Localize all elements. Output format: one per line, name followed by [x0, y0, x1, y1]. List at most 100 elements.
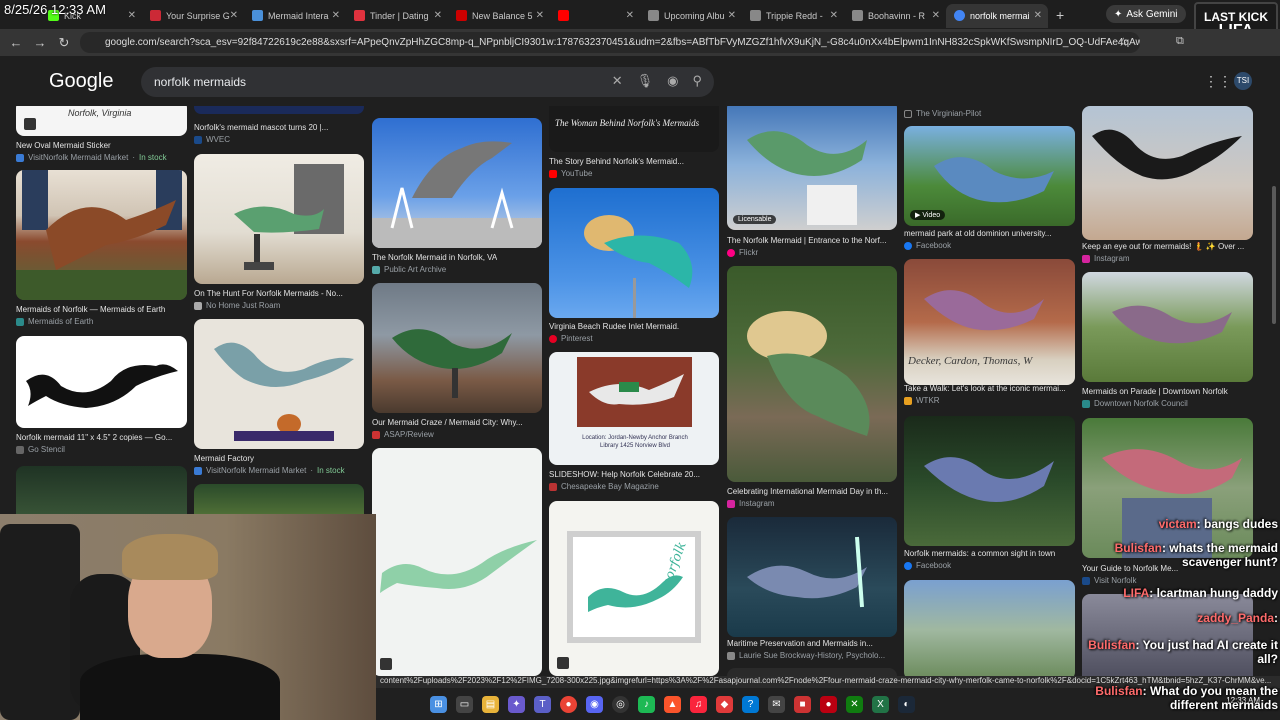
result-caption[interactable]: Mermaid Factory — [194, 454, 254, 463]
result-source[interactable]: Flickr — [727, 248, 758, 257]
result-image[interactable] — [194, 319, 364, 449]
result-image[interactable] — [549, 188, 719, 318]
browser-tab[interactable]: Upcoming Albu ✕ — [640, 4, 742, 28]
close-tab-icon[interactable]: ✕ — [128, 10, 136, 21]
close-tab-icon[interactable]: ✕ — [728, 10, 736, 21]
task-view-icon[interactable]: ▭ — [456, 695, 473, 713]
result-image[interactable]: The Woman Behind Norfolk's Mermaids — [549, 106, 719, 152]
result-image[interactable] — [16, 170, 187, 300]
result-source[interactable]: No Home Just Roam — [194, 301, 280, 310]
close-tab-icon[interactable]: ✕ — [230, 10, 238, 21]
file-explorer-icon[interactable]: ▤ — [482, 695, 499, 713]
result-caption[interactable]: SLIDESHOW: Help Norfolk Celebrate 20... — [549, 470, 700, 479]
spotify-icon[interactable]: ♪ — [638, 695, 655, 713]
browser-tab[interactable]: ✕ — [550, 4, 640, 28]
music-icon[interactable]: ♫ — [690, 695, 707, 713]
result-caption[interactable]: New Oval Mermaid Sticker — [16, 141, 111, 150]
result-source[interactable]: Chesapeake Bay Magazine — [549, 482, 659, 491]
close-tab-icon[interactable]: ✕ — [1034, 10, 1042, 21]
excel-icon[interactable]: X — [872, 695, 889, 713]
new-tab-button[interactable]: + — [1056, 7, 1064, 23]
teams-icon[interactable]: T — [534, 695, 551, 713]
result-image[interactable]: Decker, Cardon, Thomas, W — [904, 259, 1075, 385]
result-source[interactable]: VisitNorfolk Mermaid Market · In stock — [194, 466, 345, 475]
result-source[interactable]: Instagram — [1082, 254, 1130, 263]
microphone-icon[interactable]: 🎙 — [637, 73, 654, 89]
extensions-icon[interactable]: ⧉ — [1176, 35, 1184, 48]
result-caption[interactable]: The Norfolk Mermaid | Entrance to the No… — [727, 236, 886, 245]
browser-tab[interactable]: New Balance 5 ✕ — [448, 4, 550, 28]
result-source[interactable]: Go Stencil — [16, 445, 65, 454]
google-logo[interactable]: Google — [49, 70, 114, 93]
search-input[interactable]: norfolk mermaids ✕ 🎙 ◉ ⚲ — [141, 67, 714, 97]
close-tab-icon[interactable]: ✕ — [434, 10, 442, 21]
reload-icon[interactable]: ↻ — [52, 35, 76, 51]
result-source[interactable]: Visit Norfolk — [1082, 576, 1137, 585]
result-image[interactable] — [904, 416, 1075, 546]
result-caption[interactable]: Keep an eye out for mermaids! 🧜 ✨ Over .… — [1082, 242, 1244, 251]
browser-tab[interactable]: Mermaid Intera ✕ — [244, 4, 346, 28]
avatar[interactable]: TSI — [1234, 72, 1252, 90]
result-image[interactable]: Location: Jordan-Newby Anchor Branch Lib… — [549, 352, 719, 465]
result-source[interactable]: YouTube — [549, 169, 592, 178]
result-caption[interactable]: Virginia Beach Rudee Inlet Mermaid. — [549, 322, 679, 331]
xbox-icon[interactable]: ✕ — [846, 695, 863, 713]
result-caption[interactable]: Take a Walk: Let's look at the iconic me… — [904, 384, 1066, 393]
result-caption[interactable]: Celebrating International Mermaid Day in… — [727, 487, 888, 496]
result-caption[interactable]: The Norfolk Mermaid in Norfolk, VA — [372, 253, 497, 262]
help-icon[interactable]: ? — [742, 695, 759, 713]
browser-tab[interactable]: Trippie Redd - ✕ — [742, 4, 844, 28]
result-image[interactable] — [1082, 106, 1253, 240]
result-image[interactable] — [904, 580, 1075, 680]
result-caption[interactable]: Norfolk mermaids: a common sight in town — [904, 549, 1055, 558]
obs-icon[interactable]: ◎ — [612, 695, 629, 713]
browser-tab[interactable]: Tinder | Dating ✕ — [346, 4, 448, 28]
close-tab-icon[interactable]: ✕ — [830, 10, 838, 21]
result-image[interactable]: Licensable — [727, 106, 897, 230]
result-image[interactable] — [194, 106, 364, 114]
result-source[interactable]: VisitNorfolk Mermaid Market · In stock — [16, 153, 167, 162]
result-caption[interactable]: Our Mermaid Craze / Mermaid City: Why... — [372, 418, 523, 427]
steam-icon[interactable]: ◐ — [898, 695, 915, 713]
chrome-icon[interactable]: ● — [560, 695, 577, 713]
result-source[interactable]: Downtown Norfolk Council — [1082, 399, 1188, 408]
start-icon[interactable]: ⊞ — [430, 695, 447, 713]
result-image[interactable]: Norfolk, Virginia — [16, 106, 187, 136]
result-caption[interactable]: On The Hunt For Norfolk Mermaids - No... — [194, 289, 343, 298]
close-tab-icon[interactable]: ✕ — [536, 10, 544, 21]
url-field[interactable]: google.com/search?sca_esv=92f84722619c2e… — [80, 32, 1140, 53]
result-image[interactable] — [372, 283, 542, 413]
lens-icon[interactable]: ◉ — [667, 73, 678, 89]
result-image[interactable]: norfolk — [549, 501, 719, 676]
discord-icon[interactable]: ◉ — [586, 695, 603, 713]
ask-gemini-button[interactable]: ✦ Ask Gemini — [1106, 5, 1186, 23]
result-source[interactable]: Facebook — [904, 561, 951, 570]
result-image[interactable] — [1082, 418, 1253, 558]
result-source[interactable]: WTKR — [904, 396, 940, 405]
result-image[interactable]: ▶ Video — [904, 126, 1075, 226]
result-source[interactable]: The Virginian-Pilot — [904, 109, 981, 118]
result-source[interactable]: ASAP/Review — [372, 430, 434, 439]
result-source[interactable]: Instagram — [727, 499, 775, 508]
close-tab-icon[interactable]: ✕ — [932, 10, 940, 21]
scrollbar[interactable] — [1272, 186, 1276, 324]
result-caption[interactable]: mermaid park at old dominion university.… — [904, 229, 1051, 238]
search-icon[interactable]: ⚲ — [692, 73, 702, 89]
result-source[interactable]: WVEC — [194, 135, 230, 144]
close-tab-icon[interactable]: ✕ — [332, 10, 340, 21]
app-icon[interactable]: ● — [820, 695, 837, 713]
app-icon[interactable]: ■ — [794, 695, 811, 713]
result-image[interactable] — [372, 118, 542, 248]
back-icon[interactable]: ← — [4, 35, 28, 50]
result-source[interactable]: Mermaids of Earth — [16, 317, 93, 326]
close-tab-icon[interactable]: ✕ — [626, 10, 634, 21]
result-image[interactable] — [194, 154, 364, 284]
brave-icon[interactable]: ▲ — [664, 695, 681, 713]
result-source[interactable]: Laurie Sue Brockway-History, Psycholo... — [727, 651, 885, 660]
app-icon[interactable]: ◆ — [716, 695, 733, 713]
forward-icon[interactable]: → — [28, 35, 52, 50]
result-caption[interactable]: Maritime Preservation and Mermaids in... — [727, 639, 873, 648]
result-image[interactable] — [16, 336, 187, 428]
clear-icon[interactable]: ✕ — [612, 73, 623, 89]
bookmark-star-icon[interactable]: ☆ — [1118, 35, 1129, 49]
